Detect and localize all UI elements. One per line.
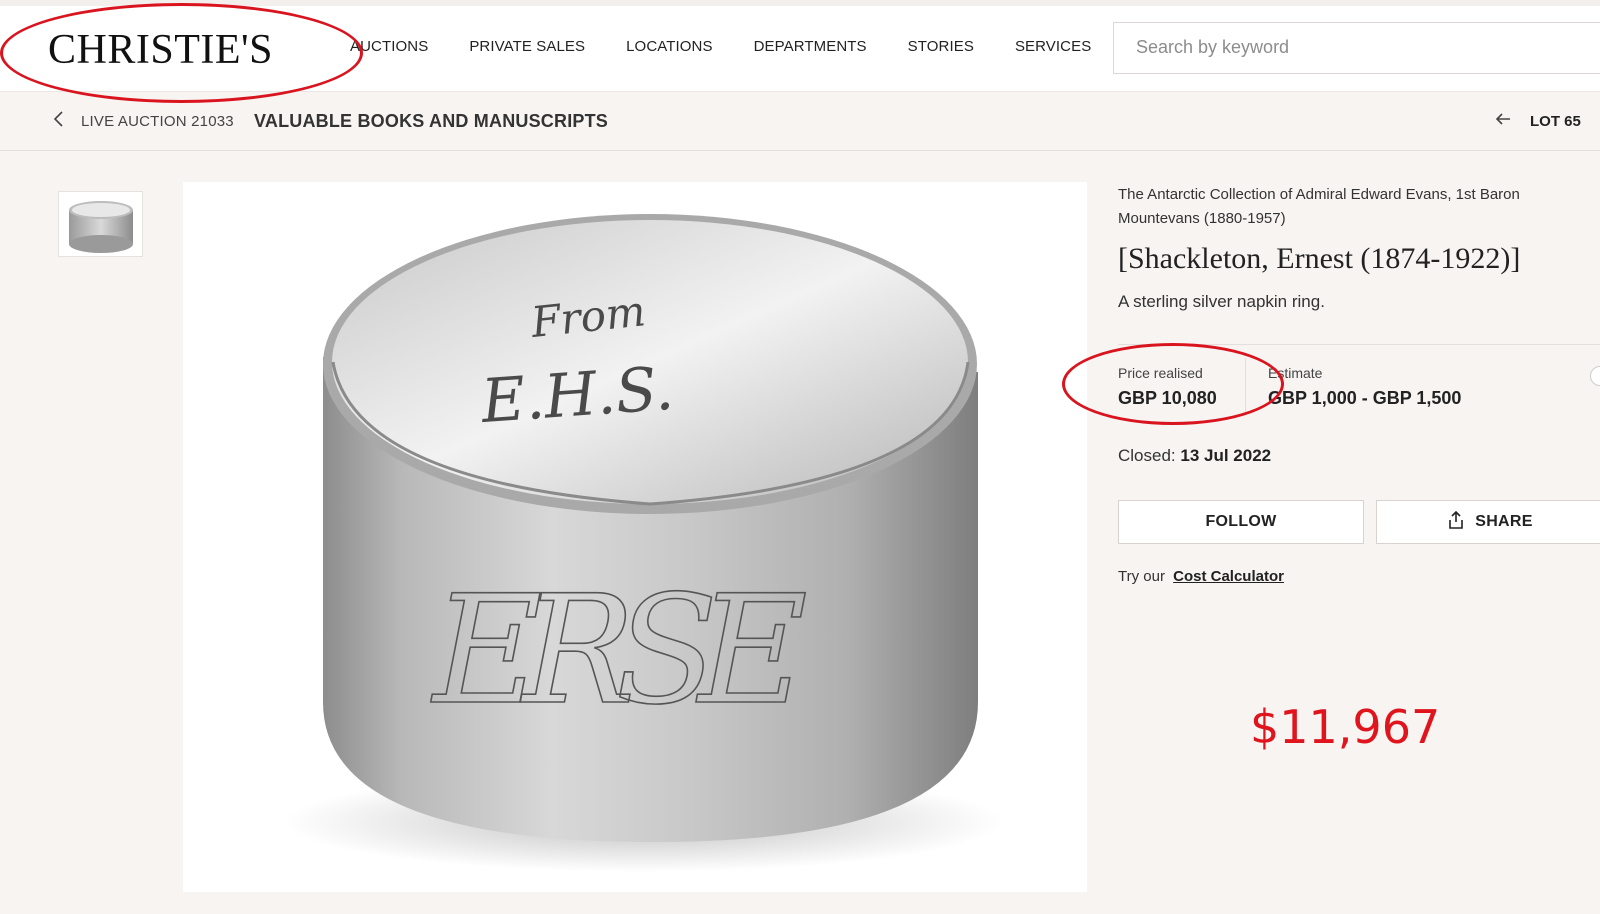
follow-button[interactable]: FOLLOW: [1118, 500, 1364, 544]
closed-info: Closed: 13 Jul 2022: [1118, 446, 1271, 466]
divider-vertical: [1245, 358, 1246, 414]
lot-description: A sterling silver napkin ring.: [1118, 292, 1325, 311]
share-icon: [1449, 510, 1464, 534]
annotation-usd-price: $11,967: [1250, 700, 1441, 754]
estimate-value: GBP 1,000 - GBP 1,500: [1268, 388, 1462, 408]
share-label: SHARE: [1475, 513, 1533, 530]
divider: [1118, 344, 1600, 345]
chevron-left-icon[interactable]: [52, 110, 66, 133]
search-box: [1113, 22, 1600, 74]
collection-name[interactable]: The Antarctic Collection of Admiral Edwa…: [1118, 183, 1588, 231]
arrow-left-icon[interactable]: [1494, 110, 1512, 133]
follow-label: FOLLOW: [1205, 513, 1277, 530]
nav-stories[interactable]: STORIES: [908, 38, 974, 55]
annotation-circle-price: [1062, 343, 1284, 425]
lot-main-image[interactable]: From E.H.S. ERSE: [183, 182, 1087, 892]
info-icon[interactable]: [1590, 366, 1600, 386]
nav-private-sales[interactable]: PRIVATE SALES: [469, 38, 585, 55]
share-button[interactable]: SHARE: [1376, 500, 1600, 544]
nav-departments[interactable]: DEPARTMENTS: [754, 38, 867, 55]
napkin-ring-image: From E.H.S. ERSE: [283, 214, 1003, 872]
price-realised-value: GBP 10,080: [1118, 388, 1217, 408]
search-input[interactable]: [1136, 37, 1576, 58]
auction-title[interactable]: VALUABLE BOOKS AND MANUSCRIPTS: [254, 111, 608, 132]
lot-title: [Shackleton, Ernest (1874-1922)]: [1118, 242, 1521, 275]
engraving-initials-inner: E.H.S.: [478, 354, 676, 437]
christies-logo[interactable]: CHRISTIE'S: [48, 26, 273, 74]
lot-number: LOT 65: [1530, 113, 1581, 130]
site-header: CHRISTIE'S AUCTIONS PRIVATE SALES LOCATI…: [0, 0, 1600, 92]
closed-label: Closed:: [1118, 446, 1176, 465]
nav-locations[interactable]: LOCATIONS: [626, 38, 712, 55]
main-nav: AUCTIONS PRIVATE SALES LOCATIONS DEPARTM…: [350, 38, 1132, 55]
closed-date: 13 Jul 2022: [1180, 446, 1272, 465]
engraving-monogram: ERSE: [430, 564, 805, 738]
price-realised-label: Price realised: [1118, 365, 1203, 381]
napkin-ring-thumbnail-image: [69, 201, 133, 253]
nav-services[interactable]: SERVICES: [1015, 38, 1091, 55]
estimate-label: Estimate: [1268, 365, 1323, 381]
nav-auctions[interactable]: AUCTIONS: [350, 38, 428, 55]
auction-number[interactable]: LIVE AUCTION 21033: [81, 113, 234, 130]
cost-calculator-line: Try our Cost Calculator: [1118, 568, 1284, 585]
cost-calculator-link[interactable]: Cost Calculator: [1173, 568, 1284, 585]
calc-prefix: Try our: [1118, 568, 1165, 585]
image-thumbnail[interactable]: [58, 191, 143, 257]
breadcrumb-bar: LIVE AUCTION 21033 VALUABLE BOOKS AND MA…: [0, 92, 1600, 151]
